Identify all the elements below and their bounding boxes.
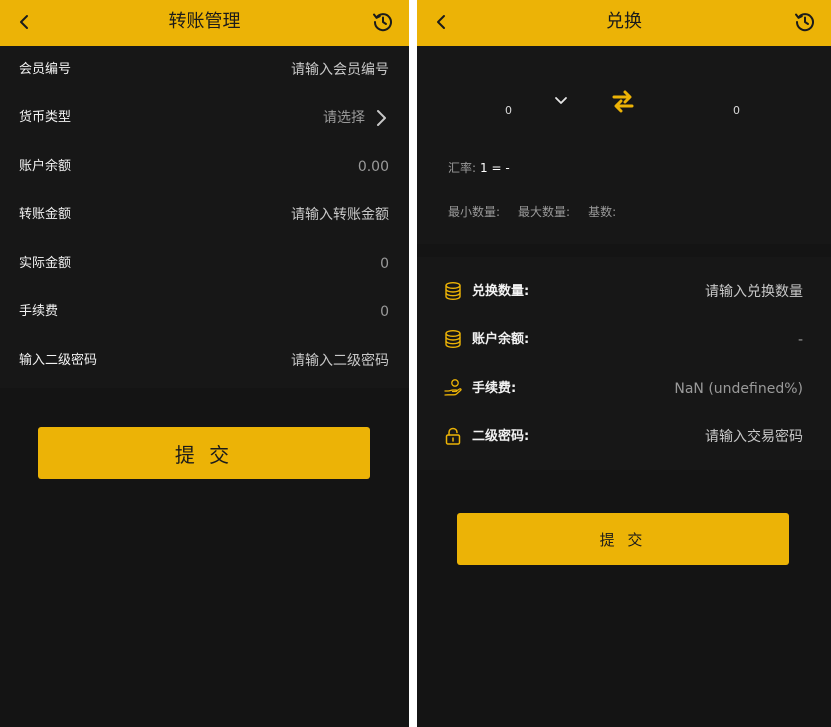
currency-type-row[interactable]: 货币类型 请选择 [0, 94, 409, 142]
balance-label: 账户余额 [19, 159, 72, 174]
rate-value: 1 = - [480, 161, 510, 175]
min-quantity-label: 最小数量: [448, 205, 501, 219]
actual-amount-value: 0 [380, 256, 389, 272]
to-amount: 0 [733, 104, 740, 117]
fee-value: NaN (undefined%) [674, 381, 803, 397]
member-id-label: 会员编号 [19, 62, 72, 77]
swap-icon[interactable] [611, 89, 635, 113]
from-amount: 0 [505, 104, 512, 117]
transfer-amount-row[interactable]: 转账金额 请输入转账金额 [0, 191, 409, 239]
actual-amount-row: 实际金额 0 [0, 240, 409, 288]
secondary-password-row[interactable]: 二级密码: 请输入交易密码 [417, 413, 831, 461]
transfer-amount-input[interactable]: 请输入转账金额 [291, 191, 389, 239]
exchange-rate: 汇率: 1 = - [448, 160, 510, 176]
header: 兑换 [417, 0, 831, 46]
fee-label: 手续费: [472, 381, 517, 396]
limits-info: 最小数量: 最大数量: 基数: [448, 204, 634, 220]
submit-button[interactable]: 提 交 [38, 427, 370, 479]
lock-icon [445, 427, 461, 445]
secondary-password-row[interactable]: 输入二级密码 请输入二级密码 [0, 337, 409, 385]
base-label: 基数: [588, 205, 617, 219]
fee-row: 手续费 0 [0, 288, 409, 336]
page-title: 兑换 [606, 11, 642, 32]
hand-coin-icon [444, 379, 462, 396]
fee-row: 手续费: NaN (undefined%) [417, 365, 831, 413]
coins-icon [445, 330, 461, 349]
chevron-right-icon[interactable] [373, 108, 389, 128]
history-icon[interactable] [371, 10, 395, 34]
balance-value: 0.00 [357, 159, 389, 175]
header: 转账管理 [0, 0, 409, 46]
exchange-screen: 兑换 0 0 汇率: 1 = - 最小数量: 最大数量: 基数: 兑换数量: 请… [417, 0, 831, 727]
page-title: 转账管理 [168, 11, 241, 32]
account-balance-value: - [797, 332, 803, 348]
transfer-screen: 转账管理 会员编号 请输入会员编号 货币类型 请选择 账户余额 0.00 转账金… [0, 0, 409, 727]
rate-label: 汇率: [448, 161, 477, 175]
transfer-amount-label: 转账金额 [19, 207, 72, 222]
currency-type-label: 货币类型 [19, 110, 72, 125]
secondary-password-label: 二级密码: [472, 429, 530, 444]
exchange-form: 兑换数量: 请输入兑换数量 账户余额: - 手续费: NaN (undefine… [417, 257, 831, 470]
fee-value: 0 [380, 304, 389, 320]
account-balance-label: 账户余额: [472, 332, 530, 347]
member-id-input[interactable]: 请输入会员编号 [291, 46, 389, 94]
balance-row: 账户余额 0.00 [0, 143, 409, 191]
exchange-panel: 0 0 汇率: 1 = - 最小数量: 最大数量: 基数: [417, 46, 831, 244]
actual-amount-label: 实际金额 [19, 256, 72, 271]
submit-button[interactable]: 提 交 [457, 513, 789, 565]
currency-type-select[interactable]: 请选择 [323, 94, 365, 142]
max-quantity-label: 最大数量: [518, 205, 571, 219]
transfer-form: 会员编号 请输入会员编号 货币类型 请选择 账户余额 0.00 转账金额 请输入… [0, 46, 409, 388]
exchange-quantity-row[interactable]: 兑换数量: 请输入兑换数量 [417, 268, 831, 316]
account-balance-row: 账户余额: - [417, 316, 831, 364]
secondary-password-label: 输入二级密码 [19, 353, 98, 368]
trade-password-input[interactable]: 请输入交易密码 [705, 413, 803, 461]
secondary-password-input[interactable]: 请输入二级密码 [291, 337, 389, 385]
history-icon[interactable] [793, 10, 817, 34]
exchange-quantity-label: 兑换数量: [472, 284, 530, 299]
chevron-down-icon[interactable] [554, 96, 568, 106]
member-id-row[interactable]: 会员编号 请输入会员编号 [0, 46, 409, 94]
coins-icon [445, 282, 461, 301]
fee-label: 手续费 [19, 304, 59, 319]
exchange-quantity-input[interactable]: 请输入兑换数量 [705, 268, 803, 316]
